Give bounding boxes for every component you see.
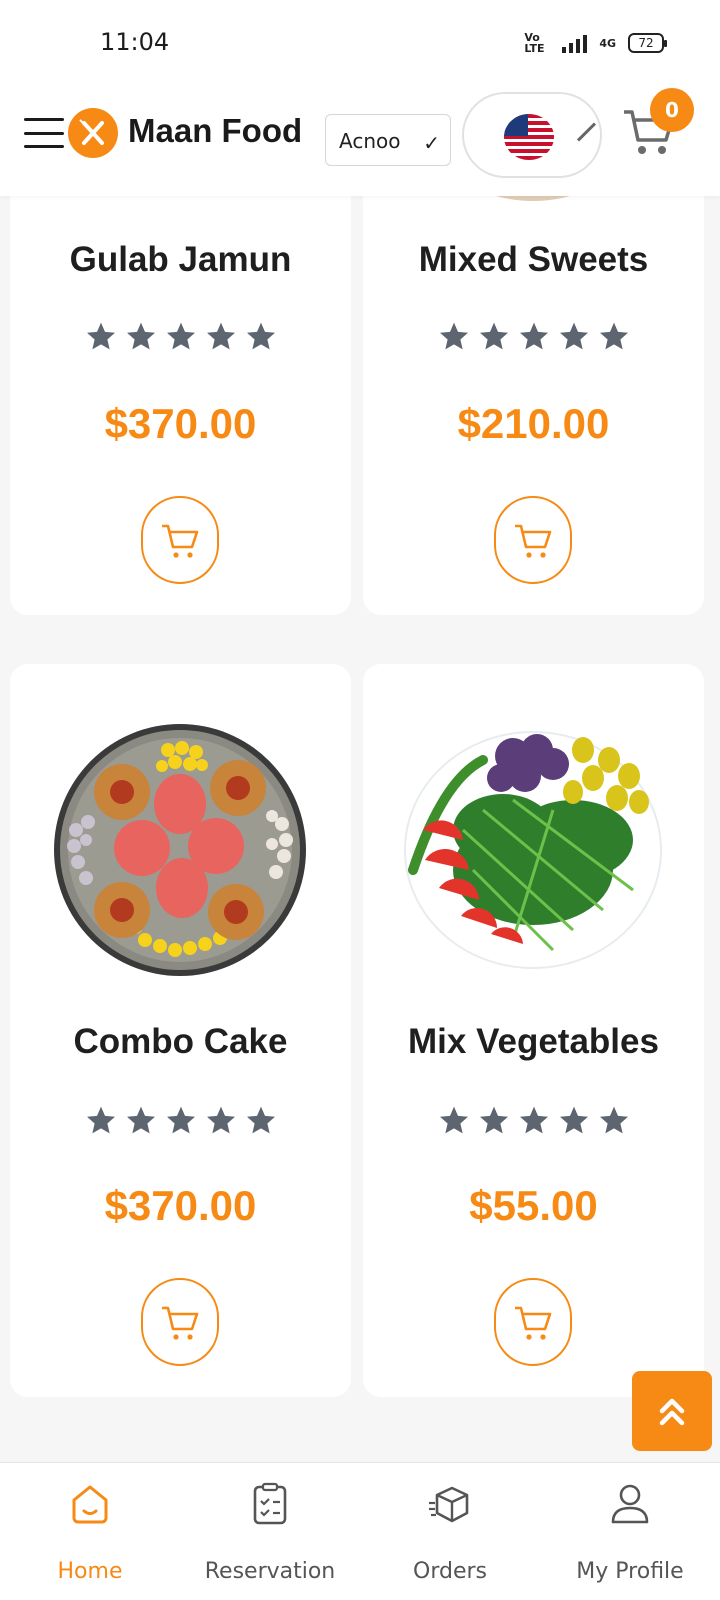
nav-item-orders[interactable]: Orders	[360, 1463, 540, 1600]
chevron-down-icon: ✓	[423, 131, 440, 155]
star-icon	[246, 1106, 275, 1134]
product-name: Mix Vegetables	[408, 1022, 659, 1061]
add-to-cart-button[interactable]	[494, 496, 572, 584]
product-card[interactable]: Mix Vegetables $55.00	[363, 664, 704, 1397]
nav-item-home[interactable]: Home	[0, 1463, 180, 1600]
star-icon	[86, 1106, 115, 1134]
product-image	[404, 731, 662, 969]
star-icon	[126, 322, 155, 350]
cart-icon	[162, 1306, 199, 1340]
status-time: 11:04	[100, 28, 170, 56]
star-icon	[479, 322, 508, 350]
menu-icon[interactable]	[24, 118, 64, 148]
signal-icon	[562, 33, 588, 53]
double-chevron-up-icon	[659, 1398, 685, 1426]
cart-count-badge: 0	[650, 88, 694, 132]
star-icon	[126, 1106, 155, 1134]
star-icon	[206, 322, 235, 350]
add-to-cart-button[interactable]	[141, 496, 219, 584]
star-icon	[206, 1106, 235, 1134]
product-price: $370.00	[104, 1182, 257, 1229]
star-icon	[439, 322, 468, 350]
star-icon	[559, 1106, 588, 1134]
star-icon	[599, 1106, 628, 1134]
rating-stars	[363, 1104, 704, 1136]
product-name: Gulab Jamun	[69, 240, 292, 279]
status-icons: Vo LTE 4G 72	[524, 31, 667, 55]
rating-stars	[10, 1104, 351, 1136]
product-card[interactable]: Mixed Sweets $210.00	[363, 160, 704, 615]
nav-label: Reservation	[204, 1559, 336, 1584]
rating-stars	[363, 320, 704, 352]
product-price: $55.00	[469, 1182, 598, 1229]
volte-indicator: Vo LTE	[524, 31, 545, 55]
star-icon	[86, 322, 115, 350]
nav-label: Orders	[413, 1559, 487, 1584]
nav-label: My Profile	[576, 1559, 684, 1584]
product-card[interactable]: Gulab Jamun $370.00	[10, 160, 351, 615]
star-icon	[439, 1106, 468, 1134]
star-icon	[246, 322, 275, 350]
star-icon	[519, 1106, 548, 1134]
battery-icon: 72	[628, 33, 667, 53]
home-icon	[72, 1485, 108, 1524]
cart-icon	[515, 524, 552, 558]
product-price: $370.00	[104, 400, 257, 447]
rating-stars	[10, 320, 351, 352]
box-icon	[429, 1486, 469, 1523]
product-image	[54, 724, 306, 976]
user-icon	[611, 1484, 649, 1524]
top-app-bar: Maan Food Acnoo ✓ 0	[0, 84, 720, 196]
network-indicator: 4G	[599, 36, 616, 50]
product-price: $210.00	[457, 400, 610, 447]
edit-icon	[576, 122, 597, 142]
currency-selector[interactable]	[462, 92, 602, 178]
bottom-navigation: Home Reservation Orders My Profile	[0, 1462, 720, 1600]
star-icon	[599, 322, 628, 350]
brand-name: Maan Food	[128, 112, 303, 149]
star-icon	[166, 322, 195, 350]
product-name: Mixed Sweets	[418, 240, 649, 279]
star-icon	[519, 322, 548, 350]
product-name: Combo Cake	[73, 1022, 288, 1061]
add-to-cart-button[interactable]	[494, 1278, 572, 1366]
add-to-cart-button[interactable]	[141, 1278, 219, 1366]
clipboard-icon	[253, 1482, 287, 1525]
us-flag-icon	[504, 114, 554, 160]
scroll-to-top-button[interactable]	[632, 1371, 712, 1451]
nav-item-reservation[interactable]: Reservation	[180, 1463, 360, 1600]
star-icon	[166, 1106, 195, 1134]
status-bar: 11:04 Vo LTE 4G 72	[0, 0, 720, 84]
language-value: Acnoo	[339, 129, 401, 153]
logo-icon	[68, 108, 118, 158]
cart-icon	[515, 1306, 552, 1340]
cart-icon	[162, 524, 199, 558]
star-icon	[559, 322, 588, 350]
product-card[interactable]: Combo Cake $370.00	[10, 664, 351, 1397]
app-screen: 11:04 Vo LTE 4G 72 Maan Food Acnoo ✓ 0 G…	[0, 0, 720, 1600]
language-select[interactable]: Acnoo ✓	[325, 114, 451, 166]
star-icon	[479, 1106, 508, 1134]
nav-label: Home	[57, 1559, 123, 1584]
nav-item-my-profile[interactable]: My Profile	[540, 1463, 720, 1600]
